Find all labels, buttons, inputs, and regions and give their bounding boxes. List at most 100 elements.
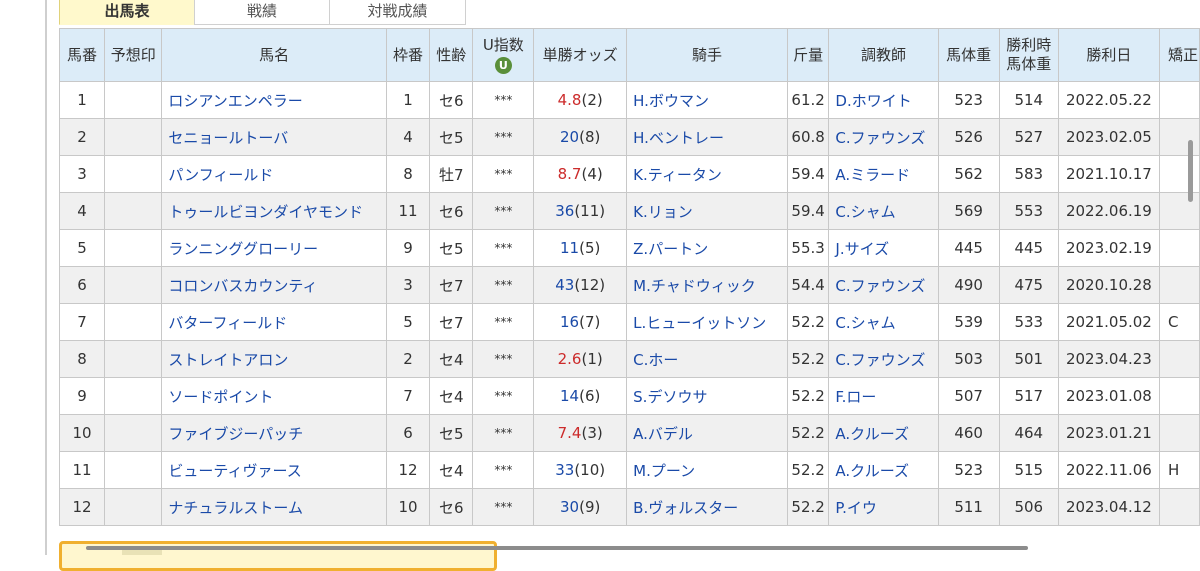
cell-jockey[interactable]: K.ティータン [626,155,788,193]
header-gate[interactable]: 枠番 [385,28,431,82]
jockey-link[interactable]: B.ヴォルスター [633,499,738,517]
cell-horse-name[interactable]: コロンバスカウンティ [161,266,387,304]
header-trainer[interactable]: 調教師 [828,28,939,82]
cell-trainer[interactable]: C.シャム [828,192,939,230]
cell-prediction-mark[interactable] [104,340,163,378]
cell-trainer[interactable]: C.ファウンズ [828,340,939,378]
jockey-link[interactable]: H.ボウマン [633,92,709,110]
horizontal-scrollbar[interactable] [86,546,1028,550]
cell-trainer[interactable]: A.クルーズ [828,451,939,489]
horse-name-link[interactable]: パンフィールド [168,166,273,184]
cell-prediction-mark[interactable] [104,377,163,415]
cell-prediction-mark[interactable] [104,451,163,489]
trainer-link[interactable]: C.シャム [835,314,895,332]
trainer-link[interactable]: D.ホワイト [835,92,911,110]
jockey-link[interactable]: A.バデル [633,425,693,443]
cell-horse-name[interactable]: トゥールビヨンダイヤモンド [161,192,387,230]
cell-horse-name[interactable]: セニョールトーバ [161,118,387,156]
horse-name-link[interactable]: ランニンググローリー [168,240,318,258]
trainer-link[interactable]: C.シャム [835,203,895,221]
jockey-link[interactable]: C.ホー [633,351,678,369]
cell-jockey[interactable]: H.ベントレー [626,118,788,156]
jockey-link[interactable]: S.デソウサ [633,388,707,406]
jockey-link[interactable]: L.ヒューイットソン [633,314,766,332]
cell-horse-name[interactable]: ファイブジーパッチ [161,414,387,452]
trainer-link[interactable]: C.ファウンズ [835,351,925,369]
horse-name-link[interactable]: バターフィールド [168,314,287,332]
cell-jockey[interactable]: Z.パートン [626,229,788,267]
cell-horse-name[interactable]: ソードポイント [161,377,387,415]
cell-jockey[interactable]: C.ホー [626,340,788,378]
horse-name-link[interactable]: ナチュラルストーム [168,499,303,517]
tab-results[interactable]: 戦績 [194,0,330,25]
tab-entries[interactable]: 出馬表 [59,0,195,25]
header-win-date[interactable]: 勝利日 [1057,28,1160,82]
cell-horse-name[interactable]: ナチュラルストーム [161,488,387,526]
cell-jockey[interactable]: A.バデル [626,414,788,452]
cell-horse-name[interactable]: バターフィールド [161,303,387,341]
cell-prediction-mark[interactable] [104,118,163,156]
cell-prediction-mark[interactable] [104,414,163,452]
trainer-link[interactable]: A.クルーズ [835,462,909,480]
cell-trainer[interactable]: A.ミラード [828,155,939,193]
header-win-body-weight[interactable]: 勝利時 馬体重 [998,28,1059,82]
cell-jockey[interactable]: B.ヴォルスター [626,488,788,526]
header-sex-age[interactable]: 性齢 [429,28,474,82]
cell-jockey[interactable]: L.ヒューイットソン [626,303,788,341]
cell-prediction-mark[interactable] [104,266,163,304]
trainer-link[interactable]: C.ファウンズ [835,129,925,147]
horse-name-link[interactable]: ソードポイント [168,388,273,406]
jockey-link[interactable]: M.プーン [633,462,695,480]
cell-jockey[interactable]: K.リョン [626,192,788,230]
trainer-link[interactable]: A.クルーズ [835,425,909,443]
header-horse-name[interactable]: 馬名 [161,28,387,82]
cell-trainer[interactable]: P.イウ [828,488,939,526]
header-weight-carried[interactable]: 斤量 [786,28,830,82]
cell-trainer[interactable]: C.ファウンズ [828,266,939,304]
cell-jockey[interactable]: H.ボウマン [626,81,788,119]
cell-prediction-mark[interactable] [104,229,163,267]
jockey-link[interactable]: M.チャドウィック [633,277,756,295]
cell-horse-name[interactable]: ビューティヴァース [161,451,387,489]
cell-jockey[interactable]: S.デソウサ [626,377,788,415]
u-index-icon[interactable]: U [494,57,512,74]
cell-prediction-mark[interactable] [104,155,163,193]
jockey-link[interactable]: K.ティータン [633,166,722,184]
horse-name-link[interactable]: ロシアンエンペラー [168,92,302,110]
jockey-link[interactable]: H.ベントレー [633,129,724,147]
vertical-scrollbar[interactable] [1188,140,1193,202]
horse-name-link[interactable]: ファイブジーパッチ [168,425,303,443]
cell-prediction-mark[interactable] [104,303,163,341]
tab-head-to-head[interactable]: 対戦成績 [329,0,466,25]
cell-prediction-mark[interactable] [104,488,163,526]
cell-horse-name[interactable]: パンフィールド [161,155,387,193]
cell-jockey[interactable]: M.チャドウィック [626,266,788,304]
cell-prediction-mark[interactable] [104,192,163,230]
trainer-link[interactable]: J.サイズ [835,240,889,258]
header-extra[interactable]: 矯正 [1158,28,1200,82]
header-win-odds[interactable]: 単勝オッズ [533,28,628,82]
header-prediction-mark[interactable]: 予想印 [104,28,163,82]
cell-trainer[interactable]: C.シャム [828,303,939,341]
header-u-index[interactable]: U指数 U [472,28,535,82]
trainer-link[interactable]: A.ミラード [835,166,910,184]
cell-trainer[interactable]: D.ホワイト [828,81,939,119]
cell-horse-name[interactable]: ロシアンエンペラー [161,81,387,119]
cell-trainer[interactable]: A.クルーズ [828,414,939,452]
jockey-link[interactable]: K.リョン [633,203,693,221]
horse-name-link[interactable]: ストレイトアロン [168,351,288,369]
cell-trainer[interactable]: J.サイズ [828,229,939,267]
cell-trainer[interactable]: C.ファウンズ [828,118,939,156]
cell-horse-name[interactable]: ストレイトアロン [161,340,387,378]
cell-jockey[interactable]: M.プーン [626,451,788,489]
header-jockey[interactable]: 騎手 [626,28,788,82]
trainer-link[interactable]: F.ロー [835,388,876,406]
horse-name-link[interactable]: トゥールビヨンダイヤモンド [168,203,363,221]
horse-name-link[interactable]: ビューティヴァース [168,462,301,480]
jockey-link[interactable]: Z.パートン [633,240,708,258]
cell-horse-name[interactable]: ランニンググローリー [161,229,387,267]
trainer-link[interactable]: C.ファウンズ [835,277,925,295]
header-umaban[interactable]: 馬番 [58,28,106,82]
trainer-link[interactable]: P.イウ [835,499,876,517]
cell-prediction-mark[interactable] [104,81,163,119]
